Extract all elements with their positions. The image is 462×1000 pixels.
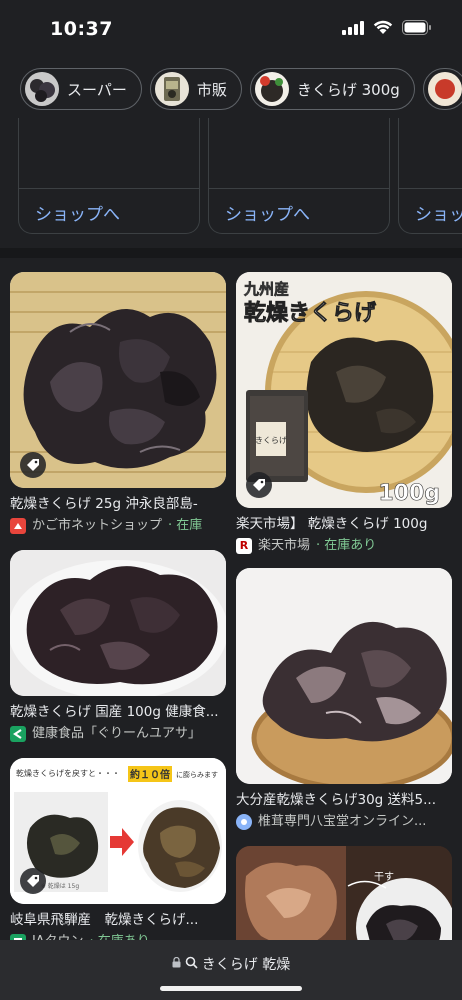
product-tag-icon — [20, 452, 46, 478]
result-title: 乾燥きくらげ 国産 100g 健康食... — [10, 704, 219, 720]
result-source: R 楽天市場 · 在庫あり — [236, 537, 452, 554]
result-title: 岐阜県飛騨産 乾燥きくらげ... — [10, 912, 199, 928]
result-title: 乾燥きくらげ 25g 沖永良部島- — [10, 496, 198, 512]
wifi-icon — [373, 20, 393, 39]
image-caption-weight: 100g — [378, 481, 440, 506]
result-source: 健康食品「ぐりーんユアサ」 — [10, 725, 226, 742]
image-caption-weight-note: ※ 乾燥は 15g — [41, 882, 79, 890]
result-image[interactable]: きくらげ 九州産 乾燥きくらげ 100g — [236, 272, 452, 508]
image-caption-swell: に膨らみます — [176, 770, 218, 779]
divider — [209, 188, 389, 189]
source-name: 椎茸専門八宝堂オンライン... — [258, 814, 427, 829]
site-favicon-icon — [10, 517, 26, 534]
result-source: かご市ネットショップ · 在庫 — [10, 517, 226, 534]
result-image[interactable] — [10, 272, 226, 488]
status-time: 10:37 — [50, 18, 113, 40]
shop-link[interactable]: ショップへ — [415, 200, 462, 225]
signal-icon — [342, 20, 364, 39]
section-separator — [0, 248, 462, 258]
divider — [399, 188, 462, 189]
search-icon — [185, 956, 198, 973]
divider — [19, 188, 199, 189]
result-source: 椎茸専門八宝堂オンライン... — [236, 813, 452, 830]
shop-card[interactable]: ショップへ — [18, 118, 200, 234]
chip-thumbnail — [254, 72, 289, 106]
result-image[interactable] — [10, 550, 226, 696]
package-label: きくらげ — [255, 436, 287, 445]
chip-thumbnail — [25, 72, 59, 106]
lock-icon — [172, 956, 181, 972]
filter-chips: スーパー 市販 きくらげ 300g — [20, 68, 462, 110]
image-caption-soak: 乾燥きくらげを戻すと・・・ — [16, 768, 120, 778]
home-indicator[interactable] — [160, 986, 302, 991]
result-card[interactable]: きくらげ 九州産 乾燥きくらげ 100g 楽天市場】 乾燥きくらげ 100g R… — [236, 272, 452, 554]
product-tag-icon — [20, 868, 46, 894]
source-name: 楽天市場 — [258, 538, 311, 553]
status-bar: 10:37 — [0, 0, 462, 60]
result-image[interactable] — [236, 568, 452, 784]
product-tag-icon — [246, 472, 272, 498]
chip-label: きくらげ 300g — [296, 80, 400, 99]
shop-card-row: ショップへ ショップへ ショップへ — [18, 118, 462, 236]
source-name: かご市ネットショップ — [32, 518, 163, 533]
shop-link[interactable]: ショップへ — [35, 200, 120, 225]
image-caption-dry: 干す — [374, 871, 394, 883]
browser-address-bar[interactable]: きくらげ 乾燥 — [0, 940, 462, 1000]
stock-status: · 在庫 — [168, 518, 203, 533]
result-title: 楽天市場】 乾燥きくらげ 100g — [236, 516, 428, 532]
chip-thumbnail — [427, 72, 462, 106]
shop-link[interactable]: ショップへ — [225, 200, 310, 225]
result-card[interactable]: 乾燥きくらげ 25g 沖永良部島- かご市ネットショップ · 在庫 — [10, 272, 226, 534]
shop-card[interactable]: ショップへ — [208, 118, 390, 234]
chip-label: 市販 — [196, 80, 227, 99]
image-results-grid: 乾燥きくらげ 25g 沖永良部島- かご市ネットショップ · 在庫 きくらげ 九… — [0, 258, 462, 986]
site-favicon-icon — [10, 725, 26, 742]
result-card[interactable]: 大分産乾燥きくらげ30g 送料5... 椎茸専門八宝堂オンライン... — [236, 568, 452, 830]
battery-icon — [402, 20, 432, 39]
chip-kikurage-300g[interactable]: きくらげ 300g — [249, 68, 415, 110]
result-card[interactable]: 乾燥きくらげを戻すと・・・ 約１０倍 に膨らみます ※ 乾燥は 15g 岐阜県飛… — [10, 758, 226, 950]
url-field[interactable]: きくらげ 乾燥 — [0, 954, 462, 974]
result-card[interactable]: 乾燥きくらげ 国産 100g 健康食... 健康食品「ぐりーんユアサ」 — [10, 550, 226, 742]
stock-status: · 在庫あり — [316, 538, 377, 553]
result-title: 大分産乾燥きくらげ30g 送料5... — [236, 792, 437, 808]
image-caption-ten-times: 約１０倍 — [130, 768, 170, 781]
screen: { "status_bar": { "time": "10:37" }, "ch… — [0, 0, 462, 1000]
image-caption-kyushu: 九州産 — [243, 280, 289, 298]
result-image[interactable]: 乾燥きくらげを戻すと・・・ 約１０倍 に膨らみます ※ 乾燥は 15g — [10, 758, 226, 904]
chip-more[interactable] — [422, 68, 462, 110]
search-query: きくらげ 乾燥 — [201, 957, 291, 973]
shop-card[interactable]: ショップへ — [398, 118, 462, 234]
chip-label: スーパー — [67, 80, 127, 99]
chip-super[interactable]: スーパー — [20, 68, 142, 110]
image-caption-main: 乾燥きくらげ — [244, 300, 377, 326]
site-favicon-icon — [236, 813, 252, 830]
rakuten-icon: R — [236, 537, 252, 554]
status-icons — [342, 20, 432, 39]
chip-thumbnail — [154, 72, 189, 106]
chip-shihan[interactable]: 市販 — [149, 68, 242, 110]
source-name: 健康食品「ぐりーんユアサ」 — [32, 726, 202, 741]
